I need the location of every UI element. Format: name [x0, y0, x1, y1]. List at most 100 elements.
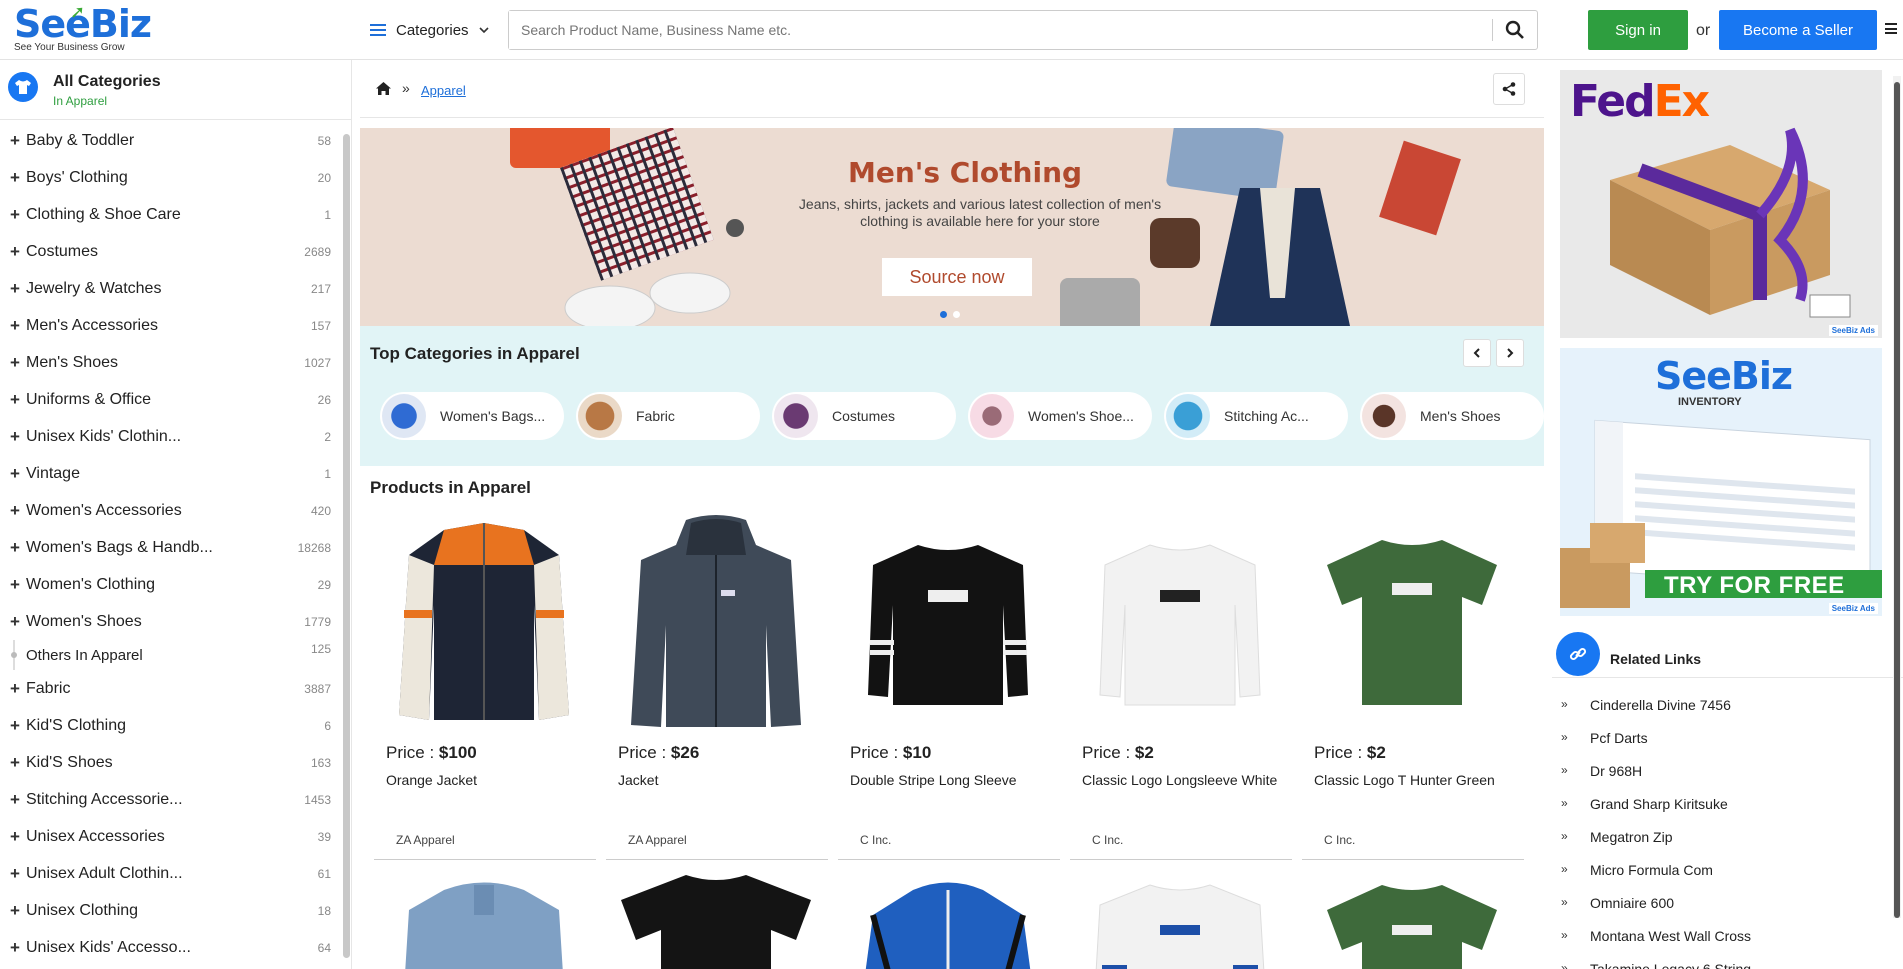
- category-item[interactable]: + Unisex Accessories 39: [0, 818, 340, 855]
- related-link-text[interactable]: Montana West Wall Cross: [1590, 928, 1751, 944]
- product-card[interactable]: Price : $100 Orange Jacket ZA Apparel: [374, 515, 596, 860]
- seebiz-inventory-ad[interactable]: SeeBiz INVENTORY TRY FOR FREE SeeBiz Ads: [1560, 348, 1882, 616]
- expand-plus-icon[interactable]: +: [10, 279, 20, 299]
- category-item[interactable]: + Baby & Toddler 58: [0, 122, 340, 159]
- category-item[interactable]: + Unisex Adult Clothin... 61: [0, 855, 340, 892]
- expand-plus-icon[interactable]: +: [10, 168, 20, 188]
- product-image[interactable]: [1080, 870, 1280, 969]
- category-item[interactable]: + Kid'S Shoes 163: [0, 744, 340, 781]
- category-item[interactable]: + Women's Accessories 420: [0, 492, 340, 529]
- product-image[interactable]: [1080, 515, 1280, 730]
- product-name[interactable]: Double Stripe Long Sleeve: [850, 772, 1017, 788]
- related-link-text[interactable]: Micro Formula Com: [1590, 862, 1713, 878]
- expand-plus-icon[interactable]: +: [10, 205, 20, 225]
- product-image[interactable]: [848, 515, 1048, 730]
- next-button[interactable]: [1496, 339, 1524, 367]
- category-item[interactable]: + Jewelry & Watches 217: [0, 270, 340, 307]
- expand-plus-icon[interactable]: +: [10, 864, 20, 884]
- expand-plus-icon[interactable]: +: [10, 353, 20, 373]
- category-chip[interactable]: Women's Shoe...: [968, 392, 1152, 440]
- category-item[interactable]: + Men's Accessories 157: [0, 307, 340, 344]
- expand-plus-icon[interactable]: +: [10, 938, 20, 958]
- category-item[interactable]: + Uniforms & Office 26: [0, 381, 340, 418]
- expand-plus-icon[interactable]: +: [10, 390, 20, 410]
- expand-plus-icon[interactable]: +: [10, 242, 20, 262]
- category-item[interactable]: + Unisex Kids' Accesso... 64: [0, 929, 340, 966]
- related-link-text[interactable]: Pcf Darts: [1590, 730, 1648, 746]
- product-name[interactable]: Classic Logo Longsleeve White: [1082, 772, 1277, 788]
- category-item[interactable]: + Women's Bags & Handb... 18268: [0, 529, 340, 566]
- carousel-dot-active[interactable]: [940, 311, 947, 318]
- category-item[interactable]: + Unisex Clothing 18: [0, 892, 340, 929]
- related-link-text[interactable]: Takamine Legacy 6 String: [1590, 961, 1751, 969]
- prev-button[interactable]: [1463, 339, 1491, 367]
- product-image[interactable]: [616, 515, 816, 730]
- related-link-text[interactable]: Megatron Zip: [1590, 829, 1672, 845]
- product-image[interactable]: [848, 870, 1048, 969]
- page-scrollbar-thumb[interactable]: [1894, 82, 1900, 918]
- category-chip[interactable]: Stitching Ac...: [1164, 392, 1348, 440]
- expand-plus-icon[interactable]: +: [10, 131, 20, 151]
- search-input[interactable]: [509, 11, 1492, 49]
- product-name[interactable]: Jacket: [618, 772, 658, 788]
- expand-plus-icon[interactable]: +: [10, 901, 20, 921]
- category-item[interactable]: + Stitching Accessorie... 1453: [0, 781, 340, 818]
- product-card[interactable]: [374, 870, 596, 969]
- breadcrumb-current-link[interactable]: Apparel: [421, 83, 466, 98]
- related-link-text[interactable]: Grand Sharp Kiritsuke: [1590, 796, 1728, 812]
- category-item[interactable]: + Boys' Clothing 20: [0, 159, 340, 196]
- related-link-text[interactable]: Dr 968H: [1590, 763, 1642, 779]
- seller-name[interactable]: C Inc.: [1092, 833, 1123, 847]
- seebiz-logo[interactable]: SeeBiz ➚ See Your Business Grow: [14, 2, 154, 56]
- sidebar-scrollbar[interactable]: [343, 134, 350, 958]
- category-item[interactable]: + Unisex Kids' Clothin... 2: [0, 418, 340, 455]
- product-card[interactable]: [606, 870, 828, 969]
- sign-in-button[interactable]: Sign in: [1588, 10, 1688, 50]
- fedex-ad[interactable]: FedEx SeeBiz Ads: [1560, 70, 1882, 338]
- expand-plus-icon[interactable]: +: [10, 753, 20, 773]
- category-item[interactable]: + Kid'S Clothing 6: [0, 707, 340, 744]
- expand-plus-icon[interactable]: +: [10, 316, 20, 336]
- product-card[interactable]: [838, 870, 1060, 969]
- menu-icon[interactable]: [1885, 23, 1897, 34]
- expand-plus-icon[interactable]: +: [10, 427, 20, 447]
- category-item[interactable]: + Men's Shoes 1027: [0, 344, 340, 381]
- expand-plus-icon[interactable]: +: [10, 827, 20, 847]
- seller-name[interactable]: C Inc.: [1324, 833, 1355, 847]
- product-card[interactable]: Price : $10 Double Stripe Long Sleeve C …: [838, 515, 1060, 860]
- category-chip[interactable]: Men's Shoes: [1360, 392, 1544, 440]
- expand-plus-icon[interactable]: +: [10, 575, 20, 595]
- product-card[interactable]: Price : $2 Classic Logo T Hunter Green C…: [1302, 515, 1524, 860]
- expand-plus-icon[interactable]: +: [10, 501, 20, 521]
- seller-name[interactable]: ZA Apparel: [396, 833, 455, 847]
- product-name[interactable]: Classic Logo T Hunter Green: [1314, 772, 1495, 788]
- product-image[interactable]: [1312, 870, 1512, 969]
- category-item[interactable]: + Clothing & Shoe Care 1: [0, 196, 340, 233]
- source-now-button[interactable]: Source now: [882, 258, 1032, 296]
- expand-plus-icon[interactable]: +: [10, 790, 20, 810]
- related-link-text[interactable]: Cinderella Divine 7456: [1590, 697, 1731, 713]
- search-button[interactable]: [1493, 11, 1537, 49]
- category-item[interactable]: + Costumes 2689: [0, 233, 340, 270]
- product-name[interactable]: Orange Jacket: [386, 772, 477, 788]
- hero-banner[interactable]: Men's Clothing Jeans, shirts, jackets an…: [360, 128, 1544, 326]
- product-card[interactable]: Price : $26 Jacket ZA Apparel: [606, 515, 828, 860]
- home-icon[interactable]: [376, 82, 391, 100]
- category-item[interactable]: + Women's Shoes 1779: [0, 603, 340, 640]
- seller-name[interactable]: ZA Apparel: [628, 833, 687, 847]
- expand-plus-icon[interactable]: +: [10, 679, 20, 699]
- expand-plus-icon[interactable]: +: [10, 612, 20, 632]
- category-chip[interactable]: Fabric: [576, 392, 760, 440]
- categories-button[interactable]: Categories: [370, 16, 489, 44]
- become-seller-button[interactable]: Become a Seller: [1719, 10, 1877, 50]
- category-item[interactable]: + Women's Clothing 29: [0, 566, 340, 603]
- seller-name[interactable]: C Inc.: [860, 833, 891, 847]
- expand-plus-icon[interactable]: +: [10, 464, 20, 484]
- category-item[interactable]: + Vintage 1: [0, 455, 340, 492]
- share-button[interactable]: [1493, 73, 1525, 105]
- carousel-dot[interactable]: [953, 311, 960, 318]
- all-categories-header[interactable]: All Categories In Apparel: [0, 60, 351, 120]
- category-item[interactable]: + Fabric 3887: [0, 670, 340, 707]
- product-image[interactable]: [384, 870, 584, 969]
- product-image[interactable]: [384, 515, 584, 730]
